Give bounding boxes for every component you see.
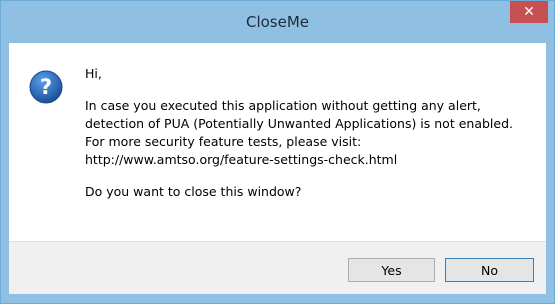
message-text: Hi, In case you executed this applicatio… [85, 65, 540, 201]
message-line: For more security feature tests, please … [85, 134, 362, 149]
close-button[interactable]: ✕ [510, 1, 548, 23]
question-text: Do you want to close this window? [85, 184, 302, 199]
greeting-text: Hi, [85, 66, 102, 81]
title-bar[interactable]: CloseMe ✕ [1, 1, 554, 43]
no-button[interactable]: No [445, 258, 534, 282]
message-url: http://www.amtso.org/feature-settings-ch… [85, 152, 398, 167]
message-line: detection of PUA (Potentially Unwanted A… [85, 116, 513, 131]
button-bar: Yes No [9, 241, 546, 294]
dialog-content: ? Hi, In case you executed this applicat… [9, 43, 546, 294]
question-icon-glyph: ? [40, 75, 52, 99]
message-line: In case you executed this application wi… [85, 98, 481, 113]
window-title: CloseMe [245, 13, 310, 31]
close-icon: ✕ [523, 4, 535, 20]
yes-button[interactable]: Yes [348, 258, 435, 282]
dialog-window: CloseMe ✕ ? Hi, In case you executed thi… [0, 0, 555, 304]
question-icon: ? [29, 70, 63, 104]
